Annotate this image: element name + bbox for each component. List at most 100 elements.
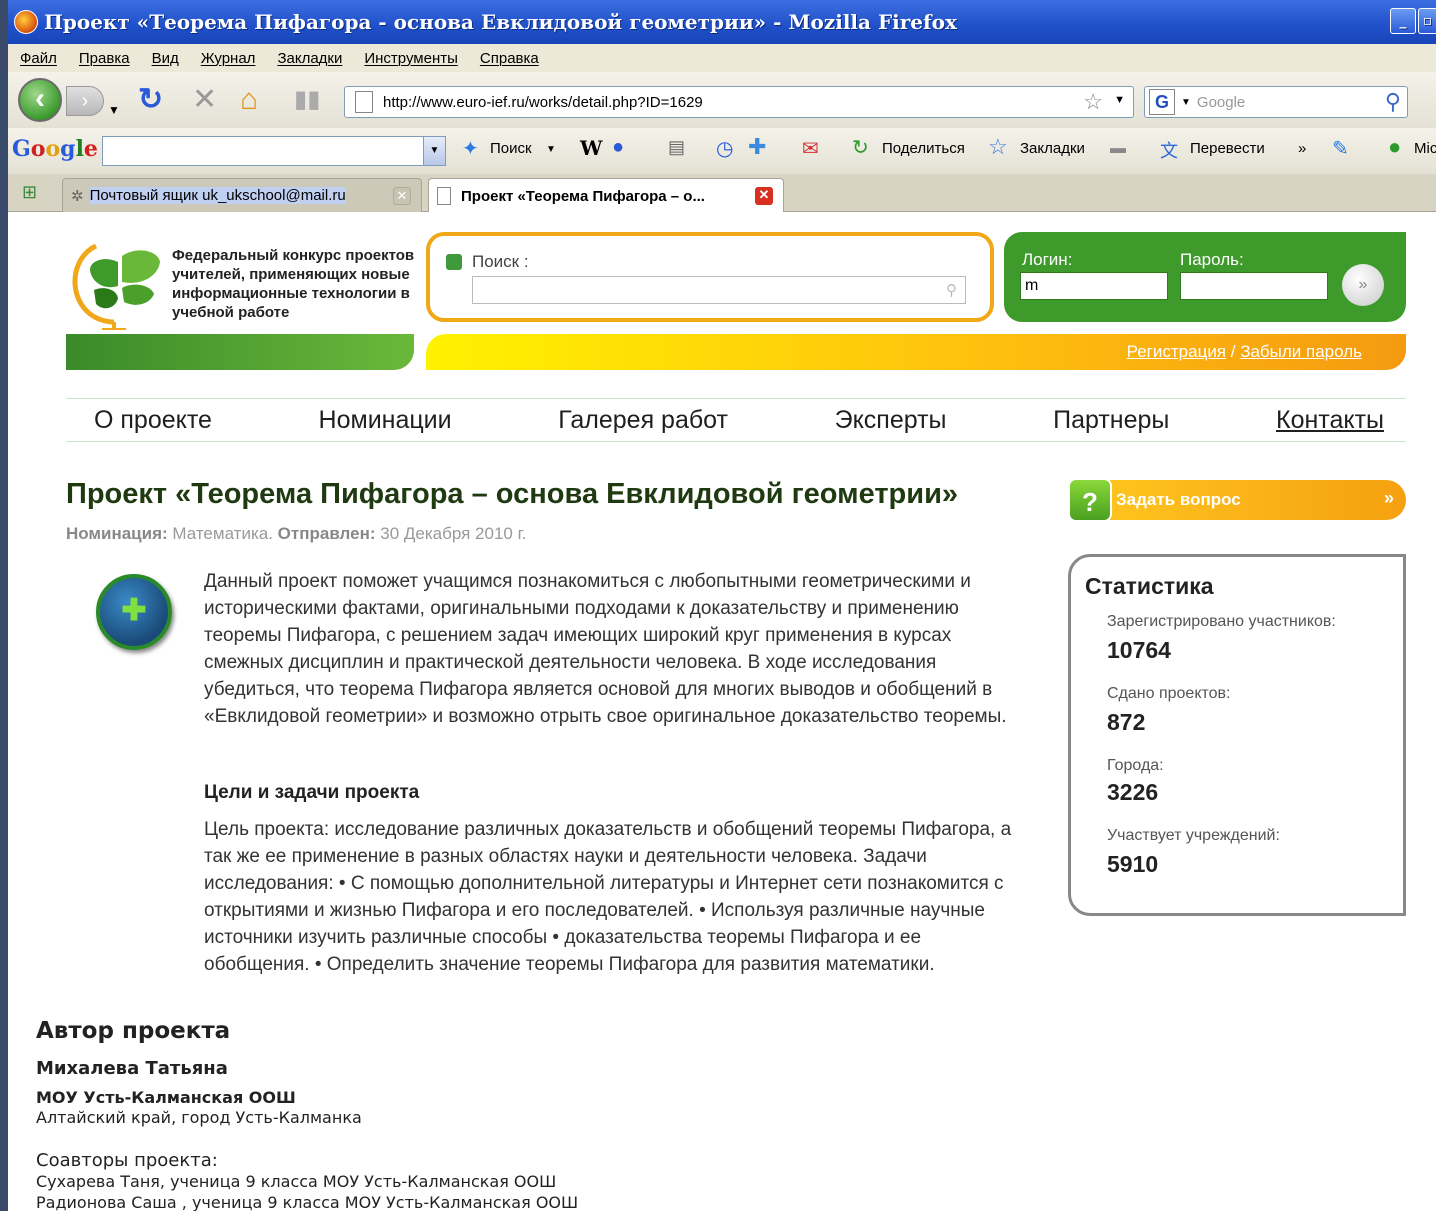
menu-history[interactable]: Журнал — [201, 50, 256, 67]
toolbar-overflow-label[interactable]: Mic — [1414, 140, 1436, 157]
web-search-box[interactable]: G ▼ Google ⚲ — [1144, 86, 1408, 118]
url-dropdown-icon[interactable]: ▼ — [1114, 94, 1125, 106]
bookmarks-button[interactable]: Закладки — [1020, 140, 1085, 157]
forward-button[interactable]: › — [66, 86, 104, 116]
nav-nominations[interactable]: Номинации — [319, 406, 452, 435]
site-logo-icon — [72, 243, 160, 330]
ask-question-button[interactable]: ? Задать вопрос » — [1068, 478, 1406, 522]
menu-file[interactable]: Файл — [20, 50, 57, 67]
stat-value: 5910 — [1107, 851, 1159, 877]
google-engine-icon[interactable]: G — [1149, 89, 1175, 115]
reload-icon[interactable]: ↻ — [138, 84, 163, 116]
stats-icon[interactable]: ▮▮ — [294, 84, 320, 116]
coauthor-item: Радионова Саша , ученица 9 класса МОУ Ус… — [36, 1193, 579, 1211]
home-icon[interactable]: ⌂ — [240, 84, 258, 116]
stat-label: Участвует учреждений: — [1107, 827, 1280, 844]
password-input[interactable] — [1180, 272, 1328, 300]
bookmarks-star-icon[interactable]: ☆ — [988, 134, 1008, 160]
login-submit-button[interactable]: » — [1342, 264, 1384, 306]
sent-label: Отправлен: — [277, 524, 376, 543]
back-button[interactable]: ‹ — [18, 78, 62, 122]
google-toolbar-search[interactable]: ▼ — [102, 136, 446, 166]
status-dot-icon[interactable]: ● — [1388, 134, 1401, 160]
news-icon[interactable]: ▤ — [668, 137, 685, 158]
share-button[interactable]: Поделиться — [882, 140, 965, 157]
page-icon — [437, 187, 451, 205]
nomination-label: Номинация: — [66, 524, 168, 543]
nav-contacts[interactable]: Контакты — [1276, 406, 1384, 435]
nav-partners[interactable]: Партнеры — [1053, 406, 1169, 435]
math-nomination-icon: ✚ — [96, 574, 172, 650]
wrench-icon[interactable]: ✎ — [1332, 136, 1349, 161]
chevron-down-icon[interactable]: ▼ — [423, 137, 445, 165]
ask-question-label: Задать вопрос — [1116, 490, 1241, 509]
project-meta: Номинация: Математика. Отправлен: 30 Дек… — [66, 524, 526, 544]
mail-icon[interactable]: ✉ — [802, 136, 819, 161]
search-icon[interactable]: ⚲ — [1385, 89, 1401, 115]
author-name: Михалева Татьяна — [36, 1058, 228, 1079]
close-icon[interactable]: ✕ — [755, 187, 773, 205]
tab-project[interactable]: Проект «Теорема Пифагора – о... ✕ — [428, 178, 784, 213]
minimize-button[interactable]: _ — [1390, 8, 1416, 34]
web-page: Федеральный конкурс проектов учителей, п… — [8, 212, 1436, 1211]
nav-experts[interactable]: Эксперты — [835, 406, 947, 435]
tab-bar: ⊞ ✲ Почтовый ящик uk_ukschool@mail.ru ✕ … — [8, 174, 1436, 213]
globe-icon[interactable]: ● — [612, 136, 624, 159]
account-links-bar: Регистрация / Забыли пароль — [426, 334, 1406, 370]
site-search-panel: Поиск : ⚲ — [426, 232, 994, 322]
menu-help[interactable]: Справка — [480, 50, 539, 67]
menu-bookmarks[interactable]: Закладки — [277, 50, 342, 67]
close-icon[interactable]: ✕ — [393, 186, 411, 205]
stats-title: Статистика — [1085, 573, 1214, 599]
bookmark-star-icon[interactable]: ☆ — [1083, 89, 1103, 115]
menu-edit[interactable]: Правка — [79, 50, 130, 67]
engine-dropdown-icon[interactable]: ▼ — [1181, 97, 1191, 108]
history-dropdown-icon[interactable]: ▼ — [108, 94, 120, 126]
google-search-icon[interactable]: ✦ — [462, 136, 479, 161]
menu-tools[interactable]: Инструменты — [364, 50, 458, 67]
share-icon[interactable]: ↻ — [852, 135, 869, 160]
forgot-password-link[interactable]: Забыли пароль — [1240, 342, 1362, 361]
decorative-green-bar — [66, 334, 414, 370]
site-search-input[interactable]: ⚲ — [472, 276, 966, 304]
nav-about[interactable]: О проекте — [94, 406, 212, 435]
coauthors-label: Соавторы проекта: — [36, 1150, 218, 1171]
puzzle-icon[interactable]: ✚ — [748, 134, 766, 160]
new-tab-icon[interactable]: ⊞ — [22, 182, 46, 204]
tab-mail[interactable]: ✲ Почтовый ящик uk_ukschool@mail.ru ✕ — [62, 178, 422, 212]
url-bar[interactable]: http://www.euro-ief.ru/works/detail.php?… — [344, 86, 1134, 118]
clock-icon[interactable]: ◷ — [716, 136, 733, 161]
google-logo: Google — [12, 136, 98, 162]
stop-icon[interactable]: ✕ — [192, 84, 217, 116]
wikipedia-icon[interactable]: W — [580, 136, 602, 160]
site-title: Федеральный конкурс проектов учителей, п… — [172, 247, 415, 321]
stat-value: 872 — [1107, 709, 1146, 735]
login-input[interactable]: m — [1020, 272, 1168, 300]
highlight-icon[interactable]: ▬ — [1110, 140, 1126, 158]
stat-label: Зарегистрировано участников: — [1107, 613, 1336, 630]
loading-icon: ✲ — [71, 187, 84, 205]
goals-text: Цель проекта: исследование различных док… — [204, 819, 1012, 975]
stat-label: Сдано проектов: — [1107, 685, 1231, 702]
sent-date: 30 Декабря 2010 г. — [380, 524, 527, 543]
menu-view[interactable]: Вид — [152, 50, 179, 67]
url-text: http://www.euro-ief.ru/works/detail.php?… — [383, 93, 703, 111]
links-separator: / — [1226, 342, 1241, 361]
search-icon[interactable]: ⚲ — [946, 281, 957, 299]
stat-value: 10764 — [1107, 637, 1171, 663]
maximize-button[interactable]: ▫ — [1418, 8, 1436, 34]
register-link[interactable]: Регистрация — [1127, 342, 1226, 361]
nav-gallery[interactable]: Галерея работ — [558, 406, 728, 435]
more-chevron-icon[interactable]: » — [1298, 140, 1306, 157]
login-label: Логин: — [1022, 250, 1073, 269]
google-toolbar: Google ▼ ✦ Поиск ▼ W ● ▤ ◷ ✚ ✉ ↻ Поделит… — [8, 128, 1436, 174]
project-description: Данный проект поможет учащимся познакоми… — [204, 571, 1007, 727]
google-search-button[interactable]: Поиск — [490, 140, 532, 157]
author-location: Алтайский край, город Усть-Калманка — [36, 1108, 362, 1127]
chevron-down-icon[interactable]: ▼ — [546, 144, 556, 155]
translate-button[interactable]: Перевести — [1190, 140, 1265, 157]
search-placeholder: Google — [1196, 93, 1246, 111]
browser-window: Проект «Теорема Пифагора - основа Евклид… — [8, 0, 1436, 1211]
translate-icon[interactable]: 文 — [1160, 137, 1178, 163]
search-marker-icon — [446, 254, 462, 270]
